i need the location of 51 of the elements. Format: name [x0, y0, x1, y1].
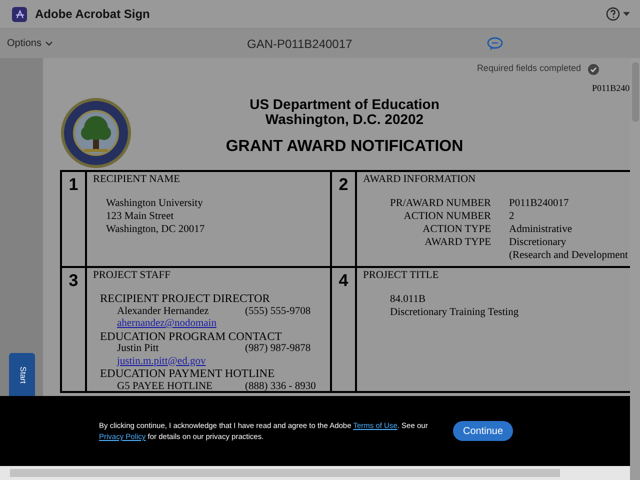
- app-logo-icon: [12, 6, 27, 22]
- contact-role: EDUCATION PAYMENT HOTLINE: [100, 368, 276, 380]
- continue-button[interactable]: Continue: [453, 421, 513, 441]
- header-line: Washington, D.C. 20202: [265, 112, 424, 127]
- section-heading: PROJECT STAFF: [93, 269, 172, 282]
- chat-bubble-icon[interactable]: [487, 36, 503, 50]
- field-label: AWARD TYPE: [424, 236, 491, 250]
- horizontal-scrollbar[interactable]: [0, 466, 630, 480]
- field-value: P011B240017: [509, 197, 569, 210]
- section-heading: AWARD INFORMATION: [363, 173, 477, 186]
- address-line: Discretionary Training Testing: [390, 306, 520, 319]
- contact-phone: (987) 987-9878: [245, 343, 311, 356]
- document-title: GAN-P011B240017: [247, 36, 352, 52]
- section-number: 2: [338, 176, 348, 196]
- tree-seal-icon: [60, 97, 132, 169]
- field-value: Discretionary: [509, 236, 568, 249]
- section-heading: PROJECT TITLE: [363, 269, 440, 282]
- section-heading: RECIPIENT NAME: [93, 173, 182, 186]
- help-icon: [606, 7, 620, 21]
- field-label: ACTION NUMBER: [402, 210, 491, 223]
- contact-name: Alexander Hernandez: [117, 306, 210, 318]
- field-value: 2: [509, 210, 514, 223]
- email-link[interactable]: ahernandez@nodomain: [117, 318, 216, 330]
- section-number: 3: [68, 272, 78, 292]
- reference-number: P011B240: [592, 82, 630, 95]
- email-link[interactable]: justin.m.pitt@ed.gov: [117, 356, 206, 368]
- address-line: Washington University: [106, 197, 204, 210]
- start-tab[interactable]: Start: [9, 353, 35, 397]
- contact-role: RECIPIENT PROJECT DIRECTOR: [100, 293, 271, 306]
- field-label: PR/AWARD NUMBER: [389, 197, 491, 210]
- app-title: Adobe Acrobat Sign: [35, 6, 150, 23]
- options-menu[interactable]: Options: [7, 36, 54, 51]
- section-number: 1: [68, 176, 78, 196]
- help-button[interactable]: [606, 7, 630, 21]
- contact-name: G5 PAYEE HOTLINE: [117, 380, 214, 393]
- contact-name: Justin Pitt: [117, 343, 160, 356]
- address-line: 123 Main Street: [106, 210, 175, 223]
- contact-phone: (555) 555-9708: [245, 306, 311, 318]
- field-value: (Research and Development: [509, 249, 628, 262]
- chevron-icon: [45, 41, 54, 46]
- contact-phone: (888) 336 - 8930: [245, 380, 316, 393]
- header-line: US Department of Education: [250, 97, 440, 112]
- field-label: ACTION TYPE: [422, 223, 491, 236]
- section-number: 4: [338, 272, 348, 292]
- caret-icon: [623, 12, 630, 16]
- contact-role: EDUCATION PROGRAM CONTACT: [100, 330, 283, 343]
- document-title: GRANT AWARD NOTIFICATION: [226, 138, 464, 155]
- status-text: Required fields completed: [476, 62, 581, 76]
- address-line: 84.011B: [390, 293, 426, 306]
- address-line: Washington, DC 20017: [106, 223, 206, 236]
- field-value: Administrative: [509, 223, 572, 236]
